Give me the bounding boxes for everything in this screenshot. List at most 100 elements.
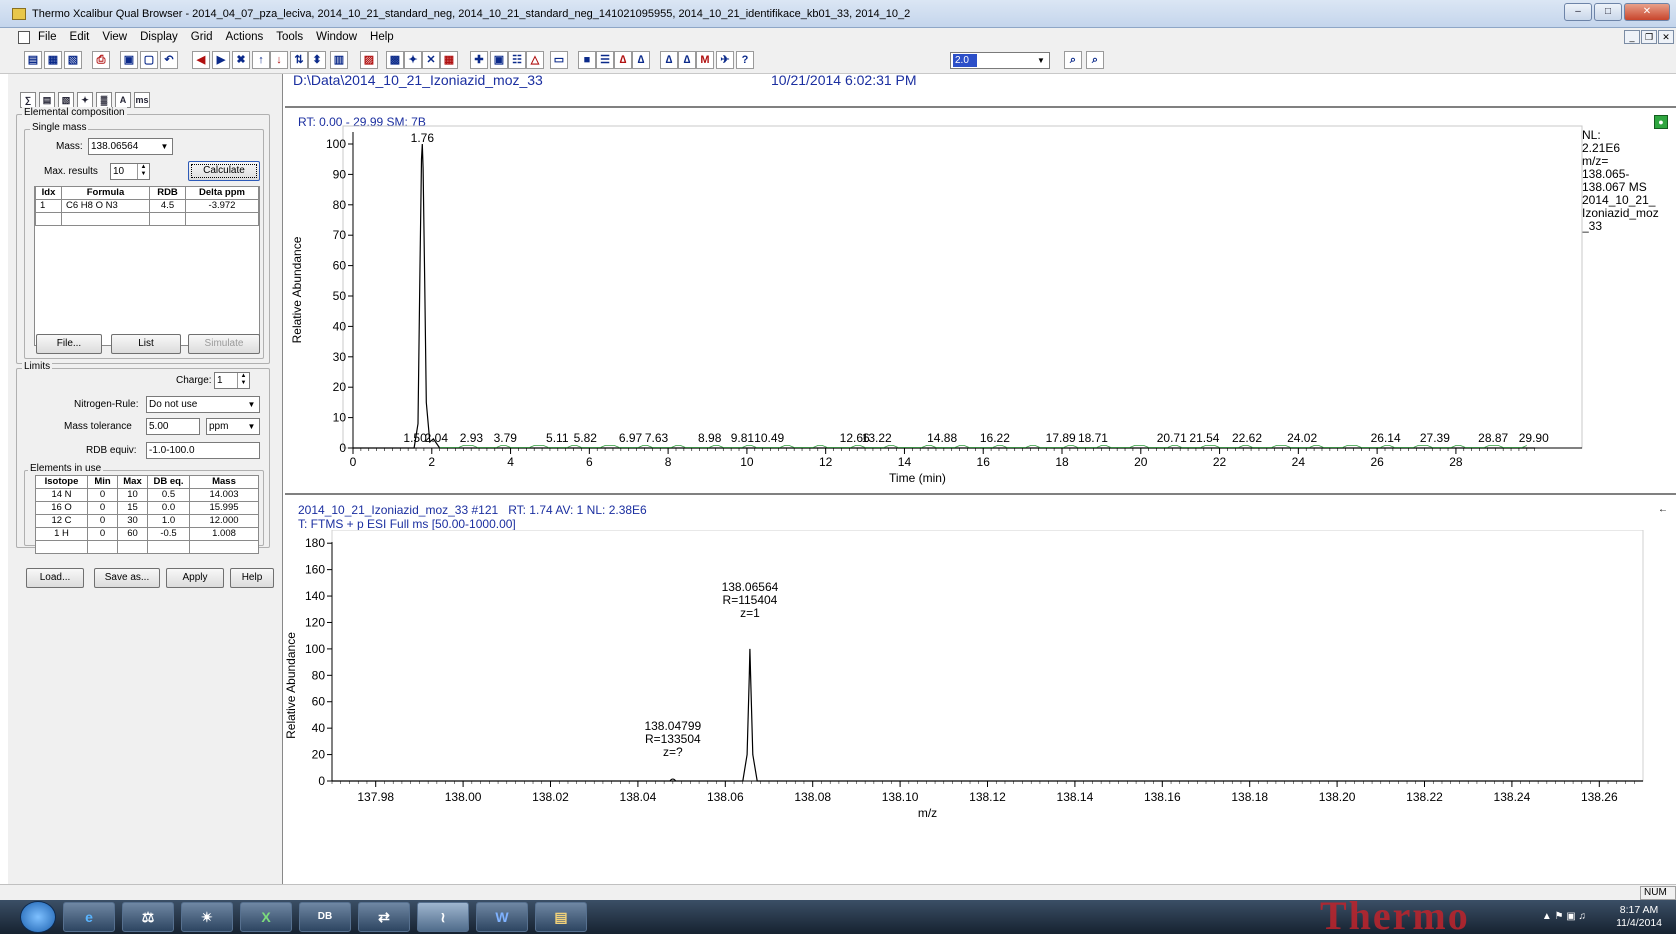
- col-max[interactable]: Max: [117, 475, 148, 489]
- toolbar-button-icon[interactable]: ▣: [120, 51, 138, 69]
- col-isotope[interactable]: Isotope: [35, 475, 88, 489]
- chevron-down-icon[interactable]: ▼: [244, 419, 259, 434]
- toolbar-button-icon[interactable]: ∆: [660, 51, 678, 69]
- teamviewer-taskbar-icon[interactable]: ⇄: [358, 902, 410, 932]
- toolbar-button-icon[interactable]: ◀: [192, 51, 210, 69]
- col-rdb[interactable]: RDB: [149, 186, 186, 200]
- col-delta-ppm[interactable]: Delta ppm: [185, 186, 259, 200]
- zoom-in-icon[interactable]: ⌕: [1064, 51, 1082, 69]
- start-button[interactable]: [20, 901, 56, 933]
- explorer-taskbar-icon[interactable]: ▤: [535, 902, 587, 932]
- pin-icon[interactable]: ●: [1654, 115, 1668, 129]
- toolbar-button-icon[interactable]: ▭: [550, 51, 568, 69]
- rdb-equiv-input[interactable]: -1.0-100.0: [146, 442, 260, 459]
- menu-display[interactable]: Display: [140, 31, 178, 43]
- chevron-down-icon[interactable]: ▼: [1034, 54, 1048, 67]
- toolbar-button-icon[interactable]: ▣: [490, 51, 508, 69]
- toolbar-button-icon[interactable]: ☷: [508, 51, 526, 69]
- xcalibur-taskbar-icon[interactable]: ≀: [417, 902, 469, 932]
- load-button[interactable]: Load...: [26, 568, 84, 588]
- mdi-restore-button[interactable]: ❐: [1641, 30, 1657, 44]
- toolbar-button-icon[interactable]: M: [696, 51, 714, 69]
- toolbar-button-icon[interactable]: ↶: [160, 51, 178, 69]
- chevron-down-icon[interactable]: ▼: [244, 397, 259, 412]
- table-row[interactable]: 1 C6 H8 O N3 4.5 -3.972: [35, 199, 259, 213]
- toolbar-button-icon[interactable]: ⎙: [92, 51, 110, 69]
- toolbar-button-icon[interactable]: ?: [736, 51, 754, 69]
- chromatogram-plot[interactable]: 01020304050607080901000 2 4 6 8 10 12 14 16 18 20 2…: [285, 120, 1585, 492]
- toolbar-button-icon[interactable]: ▶: [212, 51, 230, 69]
- apply-button[interactable]: Apply: [166, 568, 224, 588]
- calc-icon[interactable]: ∑: [20, 92, 36, 108]
- molecule-taskbar-icon[interactable]: ✴: [181, 902, 233, 932]
- mass-tolerance-unit-select[interactable]: ppm ▼: [206, 418, 260, 435]
- chart-icon[interactable]: ▓: [96, 92, 112, 108]
- toolbar-button-icon[interactable]: ∆: [614, 51, 632, 69]
- save-as-button[interactable]: Save as...: [94, 568, 160, 588]
- table-row[interactable]: 1 H 0 60 -0.5 1.008: [35, 527, 259, 541]
- chevron-down-icon[interactable]: ▼: [157, 139, 172, 154]
- ie-taskbar-icon[interactable]: e: [63, 902, 115, 932]
- col-formula[interactable]: Formula: [61, 186, 150, 200]
- max-results-stepper[interactable]: 10 ▲ ▼: [110, 163, 150, 180]
- atom-icon[interactable]: ✦: [77, 92, 93, 108]
- mass-input[interactable]: 138.06564 ▼: [88, 138, 173, 155]
- toolbar-button-icon[interactable]: ✖: [232, 51, 250, 69]
- minimize-button[interactable]: –: [1564, 3, 1592, 21]
- table-row[interactable]: 12 C 0 30 1.0 12.000: [35, 514, 259, 528]
- list-button[interactable]: List: [111, 334, 181, 354]
- toolbar-button-icon[interactable]: ☰: [596, 51, 614, 69]
- toolbar-button-icon[interactable]: ▧: [64, 51, 82, 69]
- zoom-out-icon[interactable]: ⌕: [1086, 51, 1104, 69]
- toolbar-button-icon[interactable]: ✦: [404, 51, 422, 69]
- clock[interactable]: 8:17 AM 11/4/2014: [1616, 904, 1662, 930]
- excel-taskbar-icon[interactable]: X: [240, 902, 292, 932]
- toolbar-button-icon[interactable]: ■: [578, 51, 596, 69]
- col-min[interactable]: Min: [87, 475, 118, 489]
- col-mass[interactable]: Mass: [189, 475, 259, 489]
- toolbar-button-icon[interactable]: ▩: [386, 51, 404, 69]
- spectrum-icon[interactable]: ▧: [58, 92, 74, 108]
- mdi-close-button[interactable]: ✕: [1658, 30, 1674, 44]
- toolbar-button-icon[interactable]: ▥: [330, 51, 348, 69]
- letter-a-icon[interactable]: A: [115, 92, 131, 108]
- toolbar-button-icon[interactable]: △: [526, 51, 544, 69]
- mdi-minimize-button[interactable]: _: [1624, 30, 1640, 44]
- toolbar-button-icon[interactable]: ↓: [270, 51, 288, 69]
- simulate-button[interactable]: Simulate: [188, 334, 260, 354]
- menu-grid[interactable]: Grid: [191, 31, 213, 43]
- col-db-eq[interactable]: DB eq.: [147, 475, 190, 489]
- toolbar-button-icon[interactable]: ↑: [252, 51, 270, 69]
- toolbar-button-icon[interactable]: ▨: [360, 51, 378, 69]
- nitrogen-rule-select[interactable]: Do not use ▼: [146, 396, 260, 413]
- toolbar-button-icon[interactable]: ⬍: [308, 51, 326, 69]
- table-row[interactable]: 14 N 0 10 0.5 14.003: [35, 488, 259, 502]
- toolbar-button-icon[interactable]: ✈: [716, 51, 734, 69]
- toolbar-button-icon[interactable]: ▦: [440, 51, 458, 69]
- mass-spectrum-plot[interactable]: 0 20 40 60 80 100 120 140 160 180 137.98 138.00 138.…: [285, 530, 1645, 880]
- table-row[interactable]: 16 O 0 15 0.0 15.995: [35, 501, 259, 515]
- doc-icon[interactable]: ▤: [39, 92, 55, 108]
- table-row[interactable]: [35, 212, 259, 226]
- menu-help[interactable]: Help: [370, 31, 394, 43]
- ms-icon[interactable]: ms: [134, 92, 150, 108]
- database-taskbar-icon[interactable]: DB: [299, 902, 351, 932]
- menu-edit[interactable]: Edit: [70, 31, 90, 43]
- menu-view[interactable]: View: [102, 31, 127, 43]
- toolbar-button-icon[interactable]: ✚: [470, 51, 488, 69]
- word-taskbar-icon[interactable]: W: [476, 902, 528, 932]
- help-button[interactable]: Help: [230, 568, 274, 588]
- toolbar-button-icon[interactable]: ▦: [44, 51, 62, 69]
- tray-icons[interactable]: ▲ ⚑ ▣ ♫: [1542, 911, 1586, 922]
- app-taskbar-icon[interactable]: ⚖: [122, 902, 174, 932]
- toolbar-button-icon[interactable]: ✕: [422, 51, 440, 69]
- charge-stepper[interactable]: 1 ▲ ▼: [214, 372, 250, 389]
- close-button[interactable]: ✕: [1624, 3, 1670, 21]
- col-idx[interactable]: Idx: [35, 186, 62, 200]
- spin-arrows-icon[interactable]: ▲ ▼: [137, 164, 149, 179]
- menu-file[interactable]: File: [38, 31, 57, 43]
- maximize-button[interactable]: □: [1594, 3, 1622, 21]
- toolbar-button-icon[interactable]: ∆: [632, 51, 650, 69]
- toolbar-button-icon[interactable]: ∆: [678, 51, 696, 69]
- spin-arrows-icon[interactable]: ▲ ▼: [237, 373, 249, 388]
